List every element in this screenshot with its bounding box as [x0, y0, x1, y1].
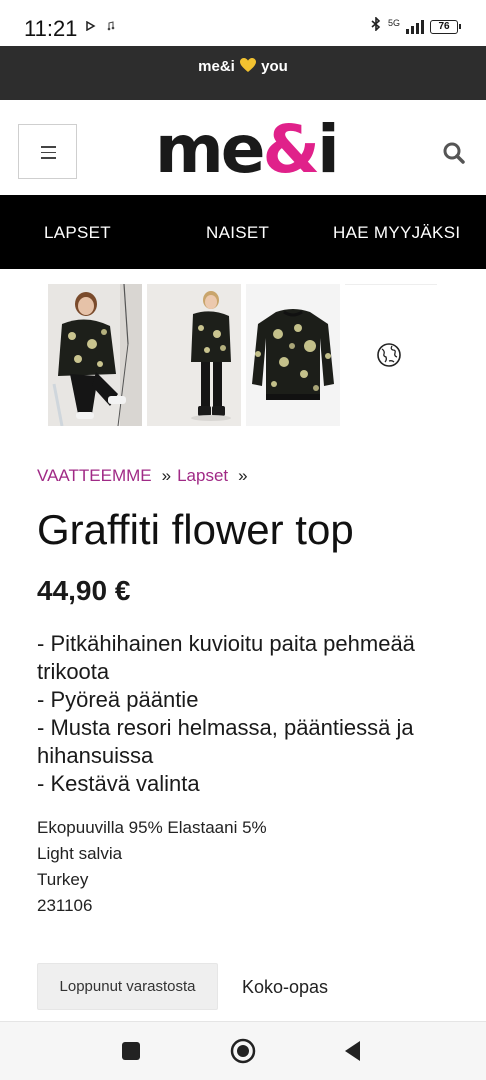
breadcrumb: VAATTEEMME » Lapset »: [37, 466, 254, 486]
logo-part-amp: &: [262, 111, 321, 188]
description-line: - Pyöreä pääntie: [37, 687, 199, 712]
recent-apps-button[interactable]: [122, 1042, 140, 1060]
detail-material: Ekopuuvilla 95% Elastaani 5%: [37, 818, 267, 837]
nav-item-lapset[interactable]: LAPSET: [44, 223, 111, 243]
breadcrumb-separator: »: [161, 466, 172, 485]
promo-text-brand: me&i: [198, 58, 235, 75]
nav-item-hae-myyjaksi[interactable]: HAE MYYJÄKSI: [333, 223, 460, 243]
home-circle-icon: [230, 1038, 256, 1064]
thumbnail-3[interactable]: [246, 284, 340, 426]
description-line: - Kestävä valinta: [37, 771, 200, 796]
thumbnail-2[interactable]: [147, 284, 241, 426]
menu-button[interactable]: [18, 124, 77, 179]
status-time: 11:21: [24, 16, 78, 41]
signal-icon: [406, 19, 424, 34]
back-triangle-icon: [345, 1041, 360, 1061]
back-button[interactable]: [342, 1039, 362, 1063]
bluetooth-icon: [370, 16, 382, 36]
globe-icon: [377, 343, 401, 367]
description-line: - Pitkähihainen kuvioitu paita pehmeää t…: [37, 631, 415, 684]
logo-text: me&i: [155, 111, 340, 188]
logo[interactable]: me&i: [155, 117, 340, 183]
nav-item-naiset[interactable]: NAISET: [206, 223, 269, 243]
hamburger-icon: [41, 146, 56, 159]
logo-part-me: me: [155, 111, 266, 188]
promo-text-you: you: [261, 58, 288, 75]
promo-text: me&i you: [198, 57, 288, 75]
main-nav: LAPSET NAISET HAE MYYJÄKSI: [0, 195, 486, 269]
system-nav-bar: [0, 1021, 486, 1080]
sold-out-button[interactable]: Loppunut varastosta: [37, 963, 218, 1010]
thumbnail-1[interactable]: [48, 284, 142, 426]
search-icon: [443, 142, 465, 164]
battery-icon: 76: [430, 19, 461, 34]
detail-code: 231106: [37, 896, 93, 915]
breadcrumb-separator: »: [238, 466, 248, 485]
product-description: - Pitkähihainen kuvioitu paita pehmeää t…: [37, 630, 457, 798]
search-button[interactable]: [442, 141, 470, 169]
home-button[interactable]: [230, 1038, 256, 1064]
product-price: 44,90 €: [37, 575, 131, 606]
network-type: 5G: [387, 17, 400, 28]
breadcrumb-link-lapset[interactable]: Lapset: [177, 466, 228, 485]
promo-bar: me&i you: [0, 46, 486, 100]
product-details: Ekopuuvilla 95% Elastaani 5% Light salvi…: [37, 815, 267, 919]
thumbnail-4[interactable]: [345, 284, 437, 426]
site-header: me&i: [0, 100, 486, 195]
heart-icon: [239, 57, 257, 73]
status-bar: 11:21 5G 76: [0, 0, 486, 46]
breadcrumb-link-vaatteemme[interactable]: VAATTEEMME: [37, 466, 152, 485]
status-icons: 5G 76: [370, 16, 461, 36]
description-line: - Musta resori helmassa, pääntiessä ja h…: [37, 715, 414, 768]
size-guide-link[interactable]: Koko-opas: [242, 977, 328, 998]
music-note-icon: [107, 20, 115, 34]
product-title: Graffiti flower top: [37, 506, 354, 553]
logo-part-i: i: [317, 111, 340, 188]
detail-origin: Turkey: [37, 870, 89, 889]
detail-color: Light salvia: [37, 844, 123, 863]
play-icon: [86, 20, 96, 34]
